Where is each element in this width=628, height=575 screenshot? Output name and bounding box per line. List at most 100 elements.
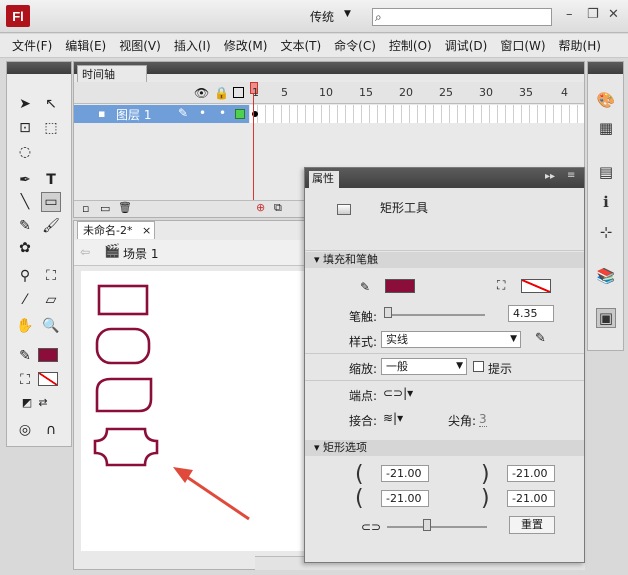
inverted-corner-shape[interactable] [93, 427, 159, 467]
swatches-panel-icon[interactable]: ▦ [596, 118, 616, 138]
rectangle-shape[interactable] [97, 284, 149, 316]
scale-select[interactable]: 一般 ▼ [381, 358, 467, 375]
radius-bottom-right-input[interactable]: -21.00 [507, 490, 555, 507]
stroke-slider-thumb[interactable] [384, 307, 392, 318]
rectangle-tool-icon[interactable]: ▭ [41, 192, 61, 212]
info-panel-icon[interactable]: ℹ [596, 192, 616, 212]
hand-tool-icon[interactable]: ✋ [15, 316, 35, 336]
scene-name[interactable]: 场景 1 [123, 245, 158, 262]
reset-button[interactable]: 重置 [509, 516, 555, 534]
swap-colors-icon[interactable]: ⇄ [33, 392, 53, 412]
menu-file[interactable]: 文件(F) [12, 37, 52, 54]
search-input[interactable]: ⌕ [372, 8, 552, 26]
panel-menu-icon[interactable]: ≡ [567, 170, 575, 181]
lasso-tool-icon[interactable]: ◌ [15, 142, 35, 162]
partial-rounded-shape[interactable] [95, 377, 153, 413]
onion-outline-icon[interactable]: ⧉ [274, 201, 282, 215]
menu-control[interactable]: 控制(O) [389, 37, 432, 54]
fill-color-swatch[interactable] [521, 279, 551, 293]
eyedropper-tool-icon[interactable]: ⁄ [15, 290, 35, 310]
section-rectangle-options[interactable]: ▾ 矩形选项 [305, 440, 584, 456]
text-tool-icon[interactable]: T [41, 170, 61, 190]
visibility-dot[interactable]: • [199, 106, 206, 120]
eye-icon[interactable]: 👁 [194, 86, 209, 100]
stroke-color-swatch[interactable] [385, 279, 415, 293]
cap-style-select[interactable]: ⊂⊃|▾ [383, 386, 413, 400]
divider [305, 353, 584, 354]
stroke-color-swatch[interactable] [38, 348, 58, 362]
menu-edit[interactable]: 编辑(E) [65, 37, 106, 54]
miter-value[interactable]: 3 [479, 412, 487, 427]
tab-properties[interactable]: 属性 [309, 171, 339, 188]
trash-icon[interactable]: 🗑 [118, 201, 132, 214]
chevron-down-icon[interactable]: ▼ [344, 9, 351, 19]
menu-modify[interactable]: 修改(M) [224, 37, 268, 54]
subselection-tool-icon[interactable]: ↖ [41, 94, 61, 114]
layer-color-box[interactable] [235, 109, 245, 119]
menu-window[interactable]: 窗口(W) [500, 37, 545, 54]
stroke-slider-track[interactable] [385, 314, 485, 316]
stroke-width-input[interactable]: 4.35 [508, 305, 554, 322]
deco-tool-icon[interactable]: ✿ [15, 238, 35, 258]
bone-tool-icon[interactable]: ⚲ [15, 266, 35, 286]
snap-magnet-icon[interactable]: ∩ [41, 420, 61, 440]
menu-insert[interactable]: 插入(I) [174, 37, 211, 54]
hint-checkbox[interactable] [473, 361, 484, 372]
rounded-rectangle-shape[interactable] [95, 327, 151, 365]
radius-slider-track[interactable] [387, 526, 487, 528]
zoom-tool-icon[interactable]: 🔍 [41, 316, 61, 336]
section-fill-stroke[interactable]: ▾ 填充和笔触 [305, 252, 584, 268]
tab-timeline[interactable]: 时间轴 [77, 65, 147, 83]
style-select[interactable]: 实线 ▼ [381, 331, 521, 348]
layer-row[interactable]: ▪ 图层 1 ✎ • • [74, 105, 249, 123]
collapse-icon[interactable]: ▸▸ [545, 171, 555, 182]
back-arrow-icon[interactable]: ⇦ [80, 245, 90, 259]
minimize-icon[interactable]: – [566, 7, 573, 22]
link-icon[interactable]: ⊂⊃ [361, 520, 381, 534]
lock-icon[interactable]: 🔒 [214, 86, 229, 100]
restore-icon[interactable]: ❐ [587, 7, 599, 22]
stage-canvas[interactable] [81, 271, 305, 551]
selection-tool-icon[interactable]: ➤ [15, 94, 35, 114]
align-panel-icon[interactable]: ▤ [596, 162, 616, 182]
radius-top-left-input[interactable]: -21.00 [381, 465, 429, 482]
gradient-tool-icon[interactable]: ⬚ [41, 118, 61, 138]
library-panel-icon[interactable]: 📚 [596, 266, 616, 286]
radius-top-right-input[interactable]: -21.00 [507, 465, 555, 482]
new-layer-icon[interactable]: ▫ [82, 202, 89, 215]
edit-stroke-style-icon[interactable]: ✎ [535, 331, 546, 346]
menu-debug[interactable]: 调试(D) [445, 37, 488, 54]
pencil-tool-icon[interactable]: ✎ [15, 216, 35, 236]
join-style-select[interactable]: ≋|▾ [383, 411, 403, 425]
brush-tool-icon[interactable]: 🖌 [41, 216, 61, 236]
fill-color-icon[interactable]: ⛶ [15, 370, 35, 390]
close-icon[interactable]: ✕ [608, 7, 619, 22]
new-folder-icon[interactable]: ▭ [100, 202, 110, 215]
menu-commands[interactable]: 命令(C) [334, 37, 376, 54]
onion-skin-icon[interactable]: ⊕ [256, 201, 265, 214]
chevron-down-icon: ▼ [456, 361, 463, 371]
radius-bottom-left-input[interactable]: -21.00 [381, 490, 429, 507]
object-drawing-icon[interactable]: ◎ [15, 420, 35, 440]
properties-panel-icon[interactable]: ▣ [596, 308, 616, 328]
menu-view[interactable]: 视图(V) [119, 37, 161, 54]
menu-help[interactable]: 帮助(H) [559, 37, 601, 54]
lock-dot[interactable]: • [219, 106, 226, 120]
close-tab-icon[interactable]: × [142, 224, 151, 237]
color-panel-icon[interactable]: 🎨 [596, 90, 616, 110]
tab-document[interactable]: 未命名-2* × [77, 221, 155, 239]
eraser-tool-icon[interactable]: ▱ [41, 290, 61, 310]
fill-color-swatch[interactable] [38, 372, 58, 386]
transform-panel-icon[interactable]: ⊹ [596, 222, 616, 242]
stroke-color-icon[interactable]: ✎ [15, 346, 35, 366]
paint-bucket-tool-icon[interactable]: ⛶ [41, 266, 61, 286]
workspace-switcher[interactable]: 传统 [310, 8, 334, 25]
outline-icon[interactable] [233, 87, 244, 98]
menu-text[interactable]: 文本(T) [280, 37, 321, 54]
free-transform-tool-icon[interactable]: ⊡ [15, 118, 35, 138]
pen-tool-icon[interactable]: ✒ [15, 170, 35, 190]
layer-name[interactable]: 图层 1 [116, 106, 151, 123]
frame-strip[interactable] [250, 105, 584, 123]
radius-slider-thumb[interactable] [423, 519, 431, 531]
line-tool-icon[interactable]: ╲ [15, 192, 35, 212]
